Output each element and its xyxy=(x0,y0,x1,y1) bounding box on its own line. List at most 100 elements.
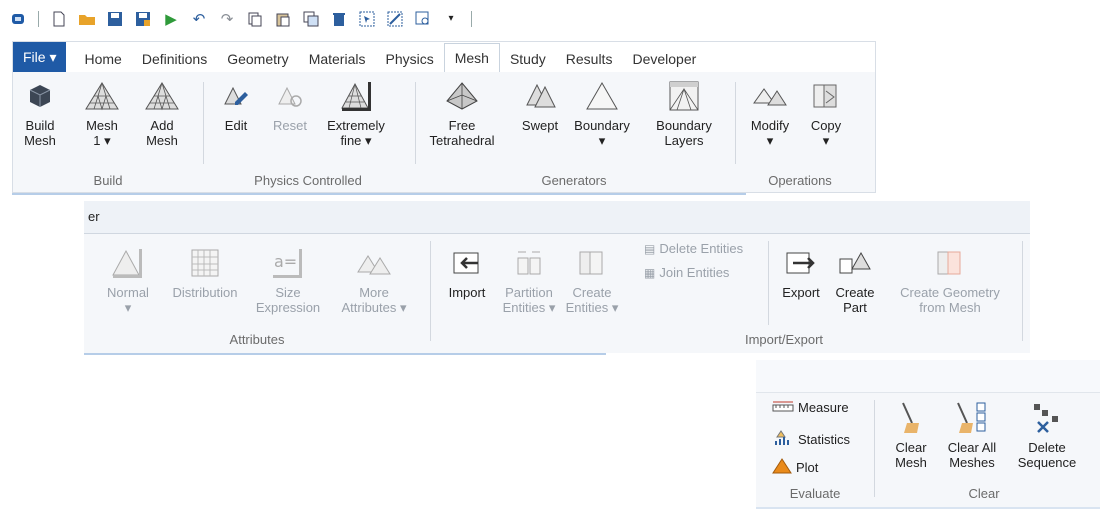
boundary-icon xyxy=(584,78,620,114)
tab-physics[interactable]: Physics xyxy=(375,46,443,72)
distribution-button[interactable]: Distribution xyxy=(162,245,248,300)
save-as-icon[interactable] xyxy=(133,9,153,29)
modify-mesh-icon xyxy=(752,78,788,114)
mesh-ribbon-panel: File ▾ Home Definitions Geometry Materia… xyxy=(12,41,876,193)
copy-icon[interactable] xyxy=(245,9,265,29)
run-icon[interactable]: ▶ xyxy=(161,9,181,29)
zoom-selection-icon[interactable] xyxy=(413,9,433,29)
copy-button[interactable]: Copy ▾ xyxy=(801,78,851,148)
select-icon[interactable] xyxy=(357,9,377,29)
tab-home[interactable]: Home xyxy=(74,46,131,72)
join-entities-button[interactable]: ▦ Join Entities xyxy=(644,265,729,280)
group-operations: Modify ▾ Copy ▾ Operations xyxy=(735,72,865,192)
delete-entities-icon: ▤ xyxy=(644,241,656,256)
reset-button[interactable]: Reset xyxy=(265,78,315,133)
partition-entities-button[interactable]: Partition Entities ▾ xyxy=(498,245,560,315)
tab-bar: File ▾ Home Definitions Geometry Materia… xyxy=(13,42,875,73)
create-part-button[interactable]: Create Part xyxy=(830,245,880,315)
paste-icon[interactable] xyxy=(273,9,293,29)
edit-mesh-icon xyxy=(218,78,254,114)
tab-results[interactable]: Results xyxy=(556,46,623,72)
plot-icon xyxy=(772,458,792,477)
group-label-clear: Clear xyxy=(968,486,1000,501)
create-part-icon xyxy=(837,245,873,281)
swept-button[interactable]: Swept xyxy=(515,78,565,133)
open-icon[interactable] xyxy=(77,9,97,29)
ruler-icon xyxy=(772,400,794,415)
new-file-icon[interactable] xyxy=(49,9,69,29)
delete-sequence-button[interactable]: Delete Sequence xyxy=(1010,400,1084,470)
group-label-generators: Generators xyxy=(541,173,607,188)
size-expression-button[interactable]: a= Size Expression xyxy=(252,245,324,315)
clear-all-meshes-button[interactable]: Clear All Meshes xyxy=(942,400,1002,470)
free-tetrahedral-button[interactable]: Free Tetrahedral xyxy=(427,78,497,148)
tab-developer[interactable]: Developer xyxy=(622,46,706,72)
svg-text:a=: a= xyxy=(274,252,297,271)
group-build: Build Mesh Mesh 1 ▾ Add Mesh Build xyxy=(13,72,203,192)
tab-geometry[interactable]: Geometry xyxy=(217,46,298,72)
modify-button[interactable]: Modify ▾ xyxy=(745,78,795,148)
overflow-header: er xyxy=(84,201,1030,234)
create-geometry-from-mesh-button[interactable]: Create Geometry from Mesh xyxy=(888,245,1012,315)
dropdown-icon[interactable]: ▾ xyxy=(441,9,461,29)
group-label-build: Build xyxy=(93,173,123,188)
clear-selection-icon[interactable] xyxy=(385,9,405,29)
reset-mesh-icon xyxy=(272,78,308,114)
element-size-dropdown[interactable]: Extremely fine ▾ xyxy=(321,78,391,148)
plot-button[interactable]: Plot xyxy=(772,458,818,477)
normal-button[interactable]: Normal ▾ xyxy=(98,245,158,315)
mesh-triangle-icon xyxy=(144,78,180,114)
tab-file[interactable]: File ▾ xyxy=(13,42,67,72)
app-icon xyxy=(8,9,28,29)
overflow-ribbon-panel: er Normal ▾ Distribution a= Size Express… xyxy=(84,201,1030,353)
group-label-operations: Operations xyxy=(768,173,832,188)
measure-button[interactable]: Measure xyxy=(772,400,849,415)
redo-icon[interactable]: ↷ xyxy=(217,9,237,29)
create-entities-icon xyxy=(574,245,610,281)
tab-definitions[interactable]: Definitions xyxy=(132,46,217,72)
boundary-layers-icon xyxy=(666,78,702,114)
tab-materials[interactable]: Materials xyxy=(299,46,376,72)
clear-mesh-button[interactable]: Clear Mesh xyxy=(886,400,936,470)
swept-mesh-icon xyxy=(522,78,558,114)
partition-entities-icon xyxy=(511,245,547,281)
group-label-attributes: Attributes xyxy=(229,332,285,347)
group-label-physics-controlled: Physics Controlled xyxy=(254,173,362,188)
undo-icon[interactable]: ↶ xyxy=(189,9,209,29)
export-icon xyxy=(783,245,819,281)
statistics-icon xyxy=(772,430,794,449)
distribution-icon xyxy=(187,245,223,281)
mesh1-button[interactable]: Mesh 1 ▾ xyxy=(77,78,127,148)
add-mesh-button[interactable]: Add Mesh xyxy=(137,78,187,148)
export-button[interactable]: Export xyxy=(776,245,826,300)
boundary-layers-button[interactable]: Boundary Layers xyxy=(649,78,719,148)
edit-button[interactable]: Edit xyxy=(211,78,261,133)
tab-study[interactable]: Study xyxy=(500,46,556,72)
import-button[interactable]: Import xyxy=(442,245,492,300)
duplicate-icon[interactable] xyxy=(301,9,321,29)
statistics-button[interactable]: Statistics xyxy=(772,430,850,449)
delete-entities-button[interactable]: ▤ Delete Entities xyxy=(644,241,743,256)
create-entities-button[interactable]: Create Entities ▾ xyxy=(562,245,622,315)
normal-attribute-icon xyxy=(110,245,146,281)
group-physics-controlled: Edit Reset Extremely fine ▾ Physics Cont… xyxy=(203,72,413,192)
quick-access-toolbar: ▶ ↶ ↷ ▾ xyxy=(0,0,520,38)
group-label-evaluate: Evaluate xyxy=(789,486,841,501)
evaluate-clear-panel: Measure Statistics Plot Evaluate Clear M… xyxy=(756,360,1100,509)
fine-mesh-icon xyxy=(338,78,374,114)
boundary-button[interactable]: Boundary ▾ xyxy=(573,78,631,148)
save-icon[interactable] xyxy=(105,9,125,29)
more-attributes-icon xyxy=(356,245,392,281)
tetrahedral-icon xyxy=(444,78,480,114)
import-icon xyxy=(449,245,485,281)
join-entities-icon: ▦ xyxy=(644,265,656,280)
delete-sequence-icon xyxy=(1029,400,1065,436)
cube-icon xyxy=(22,78,58,114)
tab-mesh[interactable]: Mesh xyxy=(443,43,500,73)
delete-icon[interactable] xyxy=(329,9,349,29)
build-mesh-button[interactable]: Build Mesh xyxy=(15,78,65,148)
create-geometry-icon xyxy=(932,245,968,281)
group-label-import-export: Import/Export xyxy=(744,332,824,347)
more-attributes-button[interactable]: More Attributes ▾ xyxy=(332,245,416,315)
broom-checklist-icon xyxy=(954,400,990,436)
